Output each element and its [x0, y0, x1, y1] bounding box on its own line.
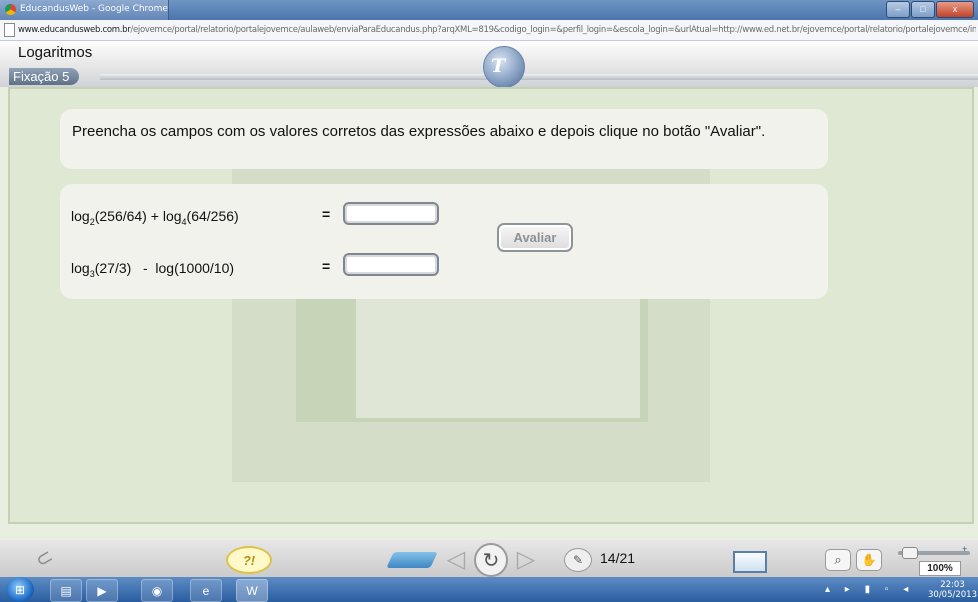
- zoom-in-icon[interactable]: +: [962, 544, 967, 554]
- internet-explorer-icon[interactable]: e: [190, 579, 222, 602]
- answer-field-2[interactable]: [343, 253, 439, 276]
- system-tray-icons[interactable]: ▴ ▸ ▮ ▫ ◂: [825, 584, 914, 595]
- exercise-panel: log2(256/64) + log4(64/256) = log3(27/3)…: [60, 184, 828, 299]
- log-argument: (256/64): [94, 208, 147, 224]
- zoom-slider-thumb[interactable]: [902, 547, 918, 559]
- header-divider: [100, 74, 978, 80]
- browser-title-bar: EducandusWeb - Google Chrome – □ x: [0, 0, 978, 20]
- content-stage: Preencha os campos com os valores corret…: [8, 87, 974, 524]
- window-title: EducandusWeb - Google Chrome: [20, 4, 168, 14]
- log-label: log: [162, 208, 182, 224]
- logo-icon: T: [491, 55, 506, 77]
- windows-taskbar: ⊞ ▤ ▶ ◉ e W ▴ ▸ ▮ ▫ ◂ 22:03 30/05/2013: [0, 577, 978, 602]
- zoom-level: 100%: [919, 561, 961, 576]
- whiteboard-icon[interactable]: [733, 551, 767, 573]
- file-explorer-icon[interactable]: ▤: [50, 579, 82, 602]
- pen-icon[interactable]: ✎: [564, 548, 592, 572]
- answer-field-1[interactable]: [343, 202, 439, 225]
- log-argument: (27/3): [94, 260, 132, 276]
- media-player-icon[interactable]: ▶: [86, 579, 118, 602]
- minimize-button[interactable]: –: [886, 1, 910, 18]
- page-icon: [4, 23, 15, 37]
- close-button[interactable]: x: [936, 1, 974, 18]
- start-button[interactable]: ⊞: [6, 577, 34, 602]
- url-field[interactable]: www.educandusweb.com.br/ejovemce/portal/…: [18, 25, 976, 35]
- clock-date: 30/05/2013: [928, 590, 977, 600]
- window-controls: – □ x: [885, 1, 974, 18]
- address-bar[interactable]: www.educandusweb.com.br/ejovemce/portal/…: [0, 20, 978, 41]
- instruction-text: Preencha os campos com os valores corret…: [72, 123, 766, 140]
- url-path: /ejovemce/portal/relatorio/portalejovemc…: [130, 25, 976, 35]
- clock-time: 22:03: [940, 580, 965, 590]
- player-toolbar: ⊂ ?! ◁ ↻ ▷ ✎ 14/21 ⌕ ✋ + 100%: [0, 540, 978, 578]
- log-argument: (64/256): [186, 208, 239, 224]
- next-arrow-icon[interactable]: ▷: [515, 546, 537, 573]
- word-icon[interactable]: W: [236, 579, 268, 602]
- log-term: log(1000/10): [155, 260, 235, 276]
- educandus-logo: T: [483, 46, 525, 88]
- windows-logo-icon: ⊞: [14, 582, 26, 597]
- instruction-panel: Preencha os campos com os valores corret…: [60, 109, 828, 169]
- url-host: www.educandusweb.com.br: [18, 25, 131, 35]
- operator: +: [146, 208, 163, 224]
- log-label: log: [71, 208, 90, 224]
- previous-arrow-icon[interactable]: ◁: [445, 546, 467, 573]
- evaluate-button[interactable]: Avaliar: [497, 223, 573, 252]
- operator: -: [131, 260, 156, 276]
- maximize-button[interactable]: □: [911, 1, 935, 18]
- calculator-icon[interactable]: [386, 552, 438, 568]
- hint-button[interactable]: ?!: [226, 546, 272, 574]
- log-label: log: [71, 260, 90, 276]
- expression-1: log2(256/64) + log4(64/256): [71, 208, 239, 227]
- magnifier-icon[interactable]: ⌕: [825, 549, 851, 571]
- equals-sign: =: [322, 258, 331, 274]
- taskbar-clock[interactable]: 22:03 30/05/2013: [928, 580, 977, 600]
- expression-2: log3(27/3) - log(1000/10): [71, 260, 234, 279]
- hand-icon[interactable]: ✋: [856, 549, 882, 571]
- exercise-tab: Fixação 5: [9, 68, 80, 85]
- page-title: Logaritmos: [18, 44, 93, 61]
- paperclip-icon[interactable]: ⊂: [28, 541, 59, 575]
- reload-icon[interactable]: ↻: [474, 543, 508, 577]
- equals-sign: =: [322, 206, 331, 222]
- chrome-icon: [5, 4, 16, 15]
- page-counter: 14/21: [600, 550, 636, 566]
- chrome-taskbar-icon[interactable]: ◉: [141, 579, 173, 602]
